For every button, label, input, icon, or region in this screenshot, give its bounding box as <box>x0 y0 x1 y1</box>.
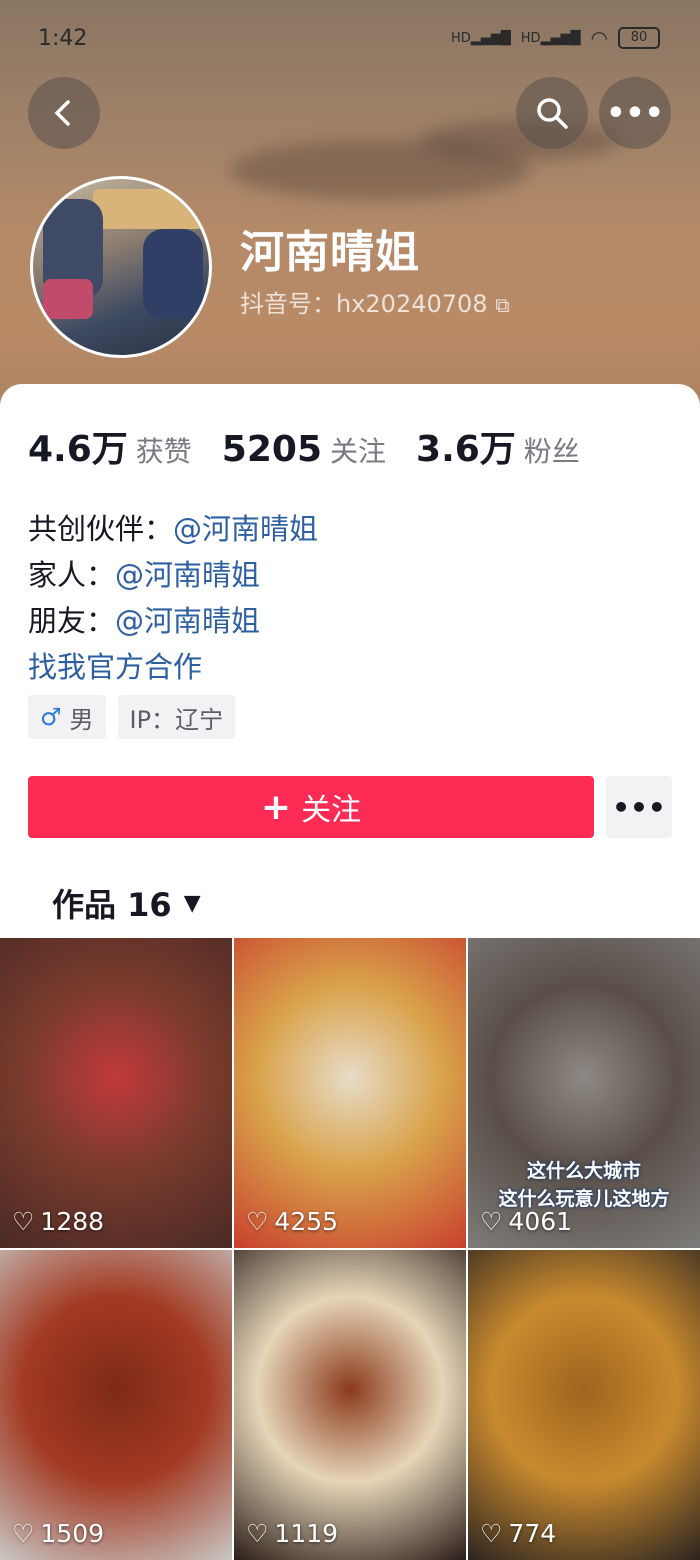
video-likes: ♡ 1509 <box>12 1519 104 1548</box>
more-options-button[interactable]: ••• <box>599 77 671 149</box>
profile-tags: ♂ 男 IP：辽宁 <box>28 695 236 739</box>
heart-icon: ♡ <box>246 1519 269 1548</box>
video-likes: ♡ 774 <box>480 1519 556 1548</box>
male-icon: ♂ <box>40 703 62 731</box>
bio-partner: 共创伙伴：@河南晴姐 <box>28 506 318 548</box>
video-likes: ♡ 1119 <box>246 1519 338 1548</box>
follow-button[interactable]: + 关注 <box>28 776 594 838</box>
video-thumbnail[interactable]: ♡ 4255 <box>234 938 466 1248</box>
avatar-person <box>143 229 203 319</box>
search-button[interactable] <box>516 77 588 149</box>
back-button[interactable] <box>28 77 100 149</box>
ip-tag: IP：辽宁 <box>117 695 236 739</box>
follow-button-label: 关注 <box>301 793 362 828</box>
copy-icon[interactable]: ⧉ <box>495 293 509 317</box>
battery-icon: 80 <box>618 27 660 49</box>
video-likes: ♡ 4255 <box>246 1207 338 1236</box>
status-time: 1:42 <box>38 26 88 51</box>
video-grid: ♡ 1288 ♡ 4255 这什么大城市 这什么玩意儿这地方 ♡ 4061 ♡ 1509… <box>0 938 700 1560</box>
video-thumbnail[interactable]: ♡ 774 <box>468 1250 700 1560</box>
heart-icon: ♡ <box>246 1207 269 1236</box>
chevron-left-icon <box>54 100 70 126</box>
followers-count[interactable]: 3.6万 <box>416 420 516 472</box>
caret-down-icon: ▼ <box>183 890 201 916</box>
bio-friend-label: 朋友： <box>28 604 116 638</box>
signal-icon: HD▂▄▆█ <box>520 30 581 46</box>
bio-friend: 朋友：@河南晴姐 <box>28 598 260 640</box>
profile-stats: 4.6万 获赞 5205 关注 3.6万 粉丝 <box>28 420 610 472</box>
tab-works-label: 作品 16 <box>52 886 172 924</box>
video-likes-count: 774 <box>508 1519 557 1548</box>
followers-label: 粉丝 <box>523 435 580 468</box>
likes-label: 获赞 <box>135 435 192 468</box>
following-label: 关注 <box>330 435 387 468</box>
douyin-id-text: 抖音号：hx20240708 <box>240 290 488 318</box>
following-count[interactable]: 5205 <box>222 429 322 470</box>
status-bar: 1:42 HD▂▄▆█ HD▂▄▆█ ◠ 80 <box>38 22 660 56</box>
profile-more-button[interactable]: ••• <box>606 776 672 838</box>
gender-text: 男 <box>69 705 94 734</box>
likes-count[interactable]: 4.6万 <box>28 420 128 472</box>
bio-family-label: 家人： <box>28 558 116 592</box>
bio-family: 家人：@河南晴姐 <box>28 552 260 594</box>
douyin-id[interactable]: 抖音号：hx20240708 ⧉ <box>240 284 510 319</box>
heart-icon: ♡ <box>12 1207 35 1236</box>
video-likes: ♡ 4061 <box>480 1207 572 1236</box>
heart-icon: ♡ <box>12 1519 35 1548</box>
ip-text: IP：辽宁 <box>129 705 224 734</box>
official-cooperation-link[interactable]: 找我官方合作 <box>28 644 202 686</box>
video-likes: ♡ 1288 <box>12 1207 104 1236</box>
ellipsis-icon: ••• <box>612 790 666 824</box>
heart-icon: ♡ <box>480 1519 503 1548</box>
bio-partner-label: 共创伙伴： <box>28 512 174 546</box>
ellipsis-icon: ••• <box>606 95 664 131</box>
video-likes-count: 4255 <box>274 1207 339 1236</box>
avatar-stool <box>43 279 93 319</box>
plus-icon: + <box>260 786 292 828</box>
video-likes-count: 1288 <box>40 1207 105 1236</box>
tab-works[interactable]: 作品 16 ▼ <box>52 880 201 926</box>
bio-partner-link[interactable]: @河南晴姐 <box>173 512 318 546</box>
video-likes-count: 4061 <box>508 1207 573 1236</box>
bio-friend-link[interactable]: @河南晴姐 <box>115 604 260 638</box>
gender-tag: ♂ 男 <box>28 695 106 739</box>
profile-name: 河南晴姐 <box>240 227 420 278</box>
video-likes-count: 1119 <box>274 1519 339 1548</box>
status-icons: HD▂▄▆█ HD▂▄▆█ ◠ 80 <box>451 26 660 50</box>
video-caption: 这什么大城市 <box>526 1160 641 1182</box>
avatar[interactable] <box>30 176 212 358</box>
video-thumbnail[interactable]: ♡ 1119 <box>234 1250 466 1560</box>
bio-family-link[interactable]: @河南晴姐 <box>115 558 260 592</box>
video-thumbnail[interactable]: ♡ 1288 <box>0 938 232 1248</box>
search-icon <box>537 98 568 129</box>
wifi-icon: ◠ <box>590 26 608 50</box>
video-thumbnail[interactable]: ♡ 1509 <box>0 1250 232 1560</box>
video-thumbnail[interactable]: 这什么大城市 这什么玩意儿这地方 ♡ 4061 <box>468 938 700 1248</box>
signal-icon: HD▂▄▆█ <box>450 30 511 46</box>
avatar-table <box>93 189 203 229</box>
heart-icon: ♡ <box>480 1207 503 1236</box>
video-likes-count: 1509 <box>40 1519 105 1548</box>
